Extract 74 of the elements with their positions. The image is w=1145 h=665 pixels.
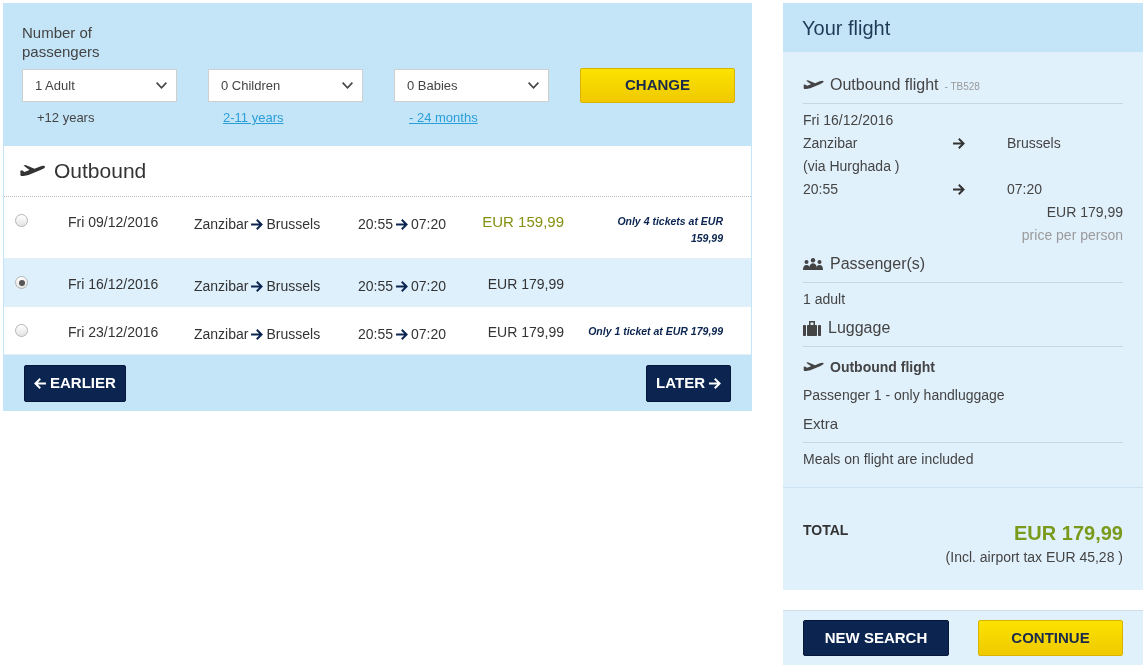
arrow-right-icon [396,328,409,340]
subheading: Outbound flight [830,358,935,377]
arrow-right-icon [953,184,965,195]
section-heading: Extra [803,414,838,434]
flight-heading: Outbound flight [830,75,939,95]
arrow-right-icon [251,280,264,292]
arrow-right-icon [396,218,409,230]
availability-note: Only 1 ticket at EUR 179,99 [587,324,723,339]
arrow-right-icon [396,280,409,292]
continue-button[interactable]: CONTINUE [978,620,1123,656]
later-button[interactable]: LATER [646,364,731,402]
flight-row[interactable]: Fri 16/12/2016 Zanzibar Brussels 20:55 07:20 EUR 179,99 [4,259,751,307]
price-text: EUR 159,99 [482,213,564,231]
people-icon [803,258,823,270]
age-range-text: +12 years [37,110,95,125]
flight-date: Fri 16/12/2016 [68,275,160,293]
radio-button[interactable] [15,276,28,289]
change-button[interactable]: CHANGE [580,68,735,103]
price-per-person-label: price per person [1021,226,1123,245]
departure-time: 20:55 [358,325,394,343]
origin-city: Zanzibar [803,134,859,153]
select-field[interactable]: 0 Babies [394,69,549,102]
summary-line: Meals on flight are included [803,450,975,469]
airplane-icon [803,362,824,372]
earlier-button[interactable]: EARLIER [24,364,126,402]
origin-city: Zanzibar [194,325,249,343]
arrival-time: 07:20 [411,277,447,295]
price-text: EUR 179,99 [487,275,564,293]
destination-city: Brussels [1007,134,1062,153]
airplane-icon [803,80,824,90]
arrow-left-icon [34,377,46,389]
flight-date: Fri 16/12/2016 [803,112,894,128]
destination-city: Brussels [266,215,321,233]
origin-city: Zanzibar [194,277,249,295]
arrow-right-icon [953,138,965,149]
radio-button[interactable] [15,324,28,337]
arrival-time: 07:20 [411,325,447,343]
flight-date: Fri 23/12/2016 [68,323,160,341]
section-heading: Passenger(s) [830,254,926,274]
chevron-down-icon [342,82,353,89]
departure-time: 20:55 [803,180,840,199]
summary-line: Passenger 1 - only handluggage [803,386,1006,405]
availability-note: Only 4 tickets at EUR 159,99 [616,214,723,246]
arrival-time: 07:20 [1007,180,1044,199]
price-text: EUR 179,99 [487,323,564,341]
outbound-title: Outbound [54,158,147,185]
select-field[interactable]: 0 Children [208,69,363,102]
new-search-button[interactable]: NEW SEARCH [803,620,949,656]
arrow-right-icon [251,328,264,340]
origin-city: Zanzibar [194,215,249,233]
suitcase-icon [803,320,821,336]
destination-city: Brussels [266,325,321,343]
airplane-icon [19,165,46,177]
arrow-right-icon [709,377,721,389]
chevron-down-icon [156,82,167,89]
section-heading: Luggage [828,318,891,338]
departure-time: 20:55 [358,277,394,295]
passengers-title: Number of passengers [22,23,101,61]
flight-price: EUR 179,99 [1046,203,1123,222]
departure-time: 20:55 [358,215,394,233]
arrow-right-icon [251,218,264,230]
select-field[interactable]: 1 Adult [22,69,177,102]
radio-button[interactable] [15,214,28,227]
flight-date: Fri 09/12/2016 [68,213,160,231]
destination-city: Brussels [266,277,321,295]
via-text: (via Hurghada ) [803,158,900,174]
arrival-time: 07:20 [411,215,447,233]
total-label: TOTAL [803,521,849,540]
chevron-down-icon [528,82,539,89]
total-amount: EUR 179,99 [1014,521,1123,546]
summary-line: 1 adult [803,290,847,309]
flight-code: - TB528 [944,80,980,94]
summary-title: Your flight [802,15,891,41]
tax-note: (Incl. airport tax EUR 45,28 ) [945,548,1123,567]
